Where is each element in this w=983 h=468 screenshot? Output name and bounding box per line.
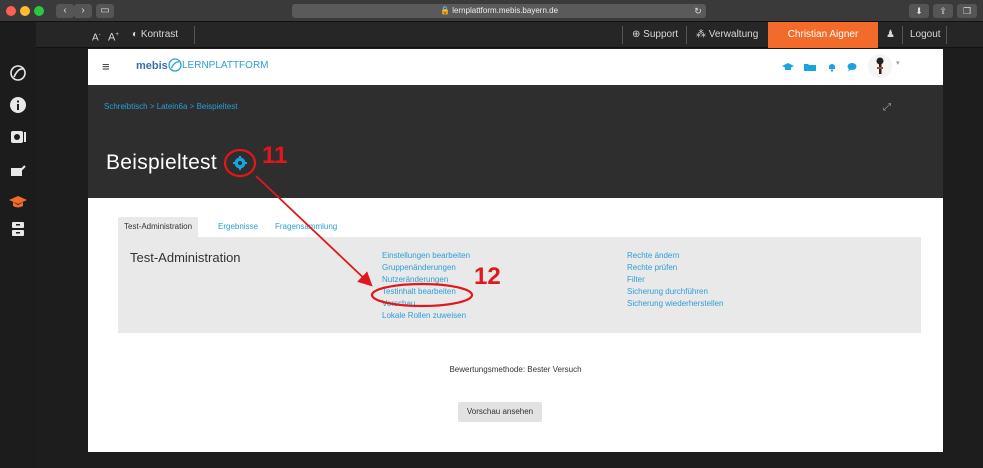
check-permissions-link[interactable]: Rechte prüfen bbox=[627, 262, 724, 274]
edit-document-icon[interactable] bbox=[8, 162, 28, 182]
tab-test-administration[interactable]: Test-Administration bbox=[118, 217, 199, 237]
info-icon[interactable] bbox=[8, 96, 28, 116]
minimize-window-button[interactable] bbox=[20, 6, 30, 16]
top-navigation-bar: A- A+ ◐ Kontrast ⊕ Support ⁂ Verwaltung … bbox=[36, 22, 983, 48]
gear-icon[interactable] bbox=[233, 156, 247, 175]
edit-quiz-link[interactable]: Testinhalt bearbeiten bbox=[382, 286, 470, 298]
breadcrumb-item[interactable]: Schreibtisch bbox=[104, 102, 148, 111]
lock-icon: 🔒 bbox=[439, 6, 450, 15]
archive-icon[interactable] bbox=[8, 220, 28, 240]
admin-menu-box: Test-Administration Einstellungen bearbe… bbox=[118, 237, 921, 333]
annotation-number-11: 11 bbox=[262, 142, 288, 169]
lernplattform-label: LERNPLATTFORM bbox=[182, 60, 269, 71]
admin-heading: Test-Administration bbox=[130, 250, 241, 265]
tabs-icon[interactable]: ❐ bbox=[957, 4, 977, 18]
admin-links-column-1: Einstellungen bearbeiten Gruppenänderung… bbox=[382, 250, 470, 322]
chat-icon[interactable] bbox=[846, 62, 858, 72]
hamburger-menu-icon[interactable]: ≡ bbox=[102, 59, 110, 74]
group-overrides-link[interactable]: Gruppenänderungen bbox=[382, 262, 470, 274]
download-icon[interactable]: ⬇ bbox=[909, 4, 929, 18]
browser-toolbar: ‹ › ▭ 🔒 lernplattform.mebis.bayern.de ↻ … bbox=[0, 0, 983, 22]
backup-link[interactable]: Sicherung durchführen bbox=[627, 286, 724, 298]
admin-link[interactable]: ⁂ Verwaltung bbox=[696, 22, 758, 48]
maximize-window-button[interactable] bbox=[34, 6, 44, 16]
graduation-cap-icon[interactable] bbox=[8, 193, 28, 213]
contrast-button[interactable]: ◐ Kontrast bbox=[132, 22, 178, 48]
tab-results[interactable]: Ergebnisse bbox=[212, 217, 264, 237]
url-text: lernplattform.mebis.bayern.de bbox=[452, 6, 559, 15]
sitemap-icon: ⁂ bbox=[696, 29, 706, 40]
close-window-button[interactable] bbox=[6, 6, 16, 16]
support-link[interactable]: ⊕ Support bbox=[632, 22, 678, 48]
edit-settings-link[interactable]: Einstellungen bearbeiten bbox=[382, 250, 470, 262]
bell-icon[interactable] bbox=[826, 62, 838, 72]
courses-icon[interactable] bbox=[782, 62, 794, 72]
sidebar-toggle-icon[interactable]: ▭ bbox=[96, 4, 114, 18]
annotation-number-12: 12 bbox=[474, 263, 501, 290]
forward-icon[interactable]: › bbox=[74, 4, 92, 18]
mebis-header: ≡ mebis LERNPLATTFORM ▾ bbox=[88, 49, 943, 85]
expand-icon[interactable]: ⤢ bbox=[883, 102, 891, 113]
restore-link[interactable]: Sicherung wiederherstellen bbox=[627, 298, 724, 310]
share-icon[interactable]: ⇪ bbox=[933, 4, 953, 18]
preview-link[interactable]: Vorschau bbox=[382, 298, 470, 310]
permissions-link[interactable]: Rechte ändern bbox=[627, 250, 724, 262]
breadcrumb-separator: > bbox=[189, 102, 195, 111]
page-header: Schreibtisch > Latein6a > Beispieltest ⤢… bbox=[88, 85, 943, 200]
preview-quiz-button[interactable]: Vorschau ansehen bbox=[458, 402, 542, 422]
user-menu-button[interactable]: Christian Aigner bbox=[768, 22, 878, 48]
divider bbox=[622, 26, 623, 44]
quiz-content-panel: Test-Administration Ergebnisse Fragensam… bbox=[88, 198, 943, 452]
mebis-leaf-icon[interactable] bbox=[8, 64, 28, 84]
filter-link[interactable]: Filter bbox=[627, 274, 724, 286]
chevron-down-icon[interactable]: ▾ bbox=[896, 59, 900, 67]
logout-link[interactable]: Logout bbox=[910, 22, 941, 48]
contrast-icon: ◐ bbox=[132, 29, 139, 40]
divider bbox=[946, 26, 947, 44]
mebis-leaf-logo-icon bbox=[168, 58, 182, 77]
tab-question-bank[interactable]: Fragensammlung bbox=[269, 217, 343, 237]
font-increase-button[interactable]: A+ bbox=[108, 22, 119, 48]
divider bbox=[902, 26, 903, 44]
font-decrease-button[interactable]: A- bbox=[92, 22, 101, 48]
admin-links-column-2: Rechte ändern Rechte prüfen Filter Siche… bbox=[627, 250, 724, 310]
user-overrides-link[interactable]: Nutzeränderungen bbox=[382, 274, 470, 286]
url-bar[interactable]: 🔒 lernplattform.mebis.bayern.de bbox=[292, 4, 706, 18]
left-sidebar bbox=[0, 22, 36, 468]
divider bbox=[686, 26, 687, 44]
user-icon[interactable]: ♟ bbox=[886, 22, 895, 48]
grading-method-text: Bewertungsmethode: Bester Versuch bbox=[449, 365, 582, 374]
divider bbox=[194, 26, 195, 44]
lifebuoy-icon: ⊕ bbox=[632, 29, 641, 40]
breadcrumb: Schreibtisch > Latein6a > Beispieltest bbox=[104, 102, 237, 111]
folder-icon[interactable] bbox=[804, 62, 816, 72]
media-icon[interactable] bbox=[8, 128, 28, 148]
assign-roles-link[interactable]: Lokale Rollen zuweisen bbox=[382, 310, 470, 322]
breadcrumb-item[interactable]: Latein6a bbox=[157, 102, 188, 111]
breadcrumb-separator: > bbox=[149, 102, 155, 111]
mebis-logo[interactable]: mebis bbox=[136, 60, 168, 72]
avatar[interactable] bbox=[868, 54, 892, 78]
breadcrumb-item[interactable]: Beispieltest bbox=[197, 102, 238, 111]
back-icon[interactable]: ‹ bbox=[56, 4, 74, 18]
page-title: Beispieltest bbox=[106, 151, 217, 174]
reload-icon[interactable]: ↻ bbox=[688, 4, 708, 18]
